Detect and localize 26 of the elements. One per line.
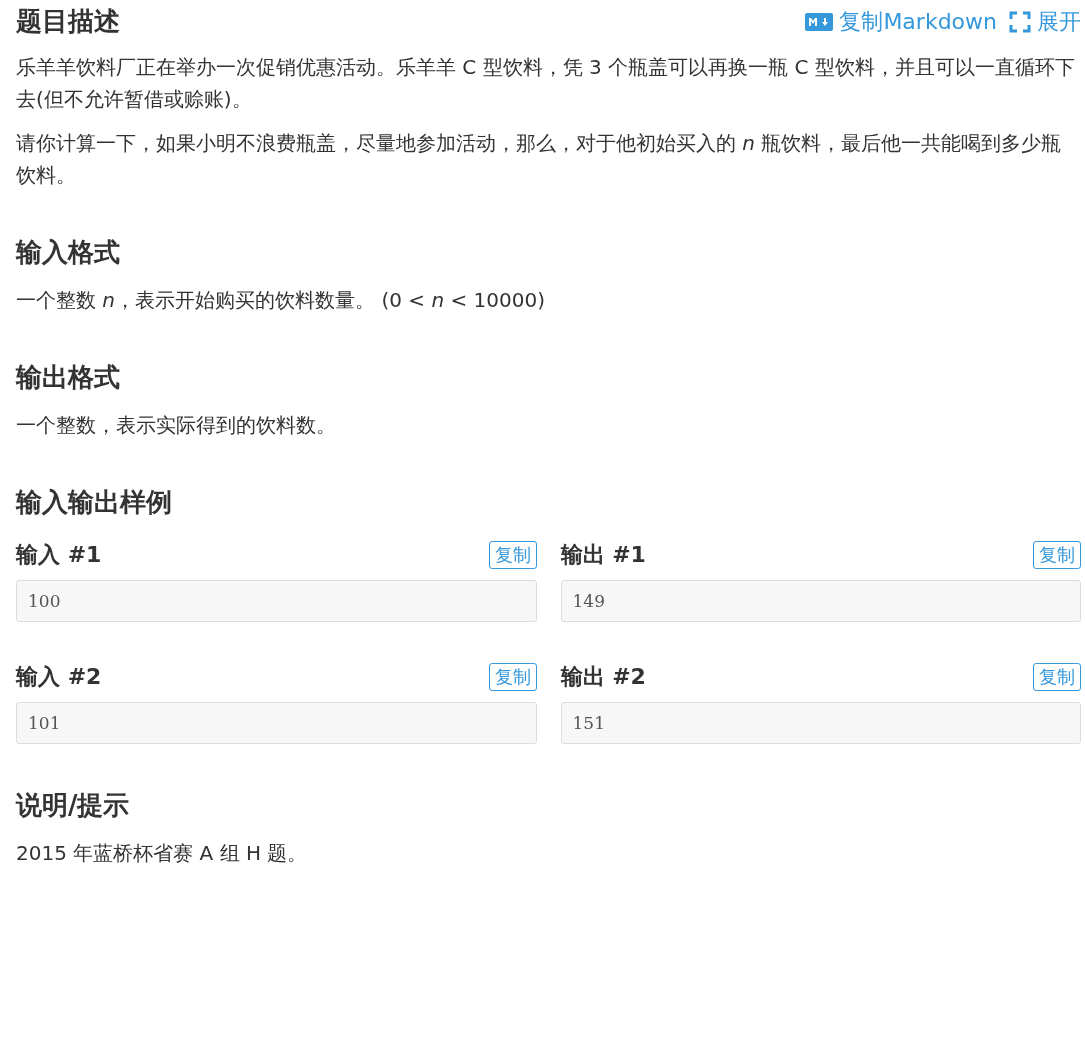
section-title: 题目描述 — [16, 5, 120, 38]
sample-value: 101 — [16, 702, 537, 744]
copy-button[interactable]: 复制 — [488, 541, 537, 569]
sample-value: 149 — [560, 580, 1081, 622]
sample-value: 151 — [560, 702, 1081, 744]
expand-icon — [1009, 10, 1031, 33]
hint-text: 2015 年蓝桥杯省赛 A 组 H 题。 — [16, 840, 309, 867]
description-paragraph: 请你计算一下，如果小明不浪费瓶盖，尽量地参加活动，那么，对于他初始买入的 n 瓶饮料，最后他一共能喝到多少瓶饮料。 — [16, 130, 1063, 189]
markdown-icon — [805, 12, 834, 31]
format-text: 一个整数，表示实际得到的饮料数。 — [16, 412, 337, 439]
section-title: 输入格式 — [16, 236, 121, 269]
format-text: 一个整数 n，表示开始购买的饮料数量。 (0 < n < 10000) — [16, 287, 546, 314]
expand-button[interactable]: 展开 — [1009, 6, 1081, 37]
sample-label: 输入 #1 — [16, 541, 102, 569]
copy-button[interactable]: 复制 — [1033, 663, 1081, 691]
sample-label: 输出 #1 — [560, 541, 646, 569]
section-title: 输入输出样例 — [16, 486, 173, 519]
markdown-button[interactable]: 复制Markdown — [805, 6, 997, 37]
sample-label: 输出 #2 — [560, 663, 646, 691]
description-paragraph: 乐羊羊饮料厂正在举办一次促销优惠活动。乐羊羊 C 型饮料，凭 3 个瓶盖可以再换一瓶 C 型饮料，并且可以一直循环下去(但不允许暂借或赊账)。 — [16, 54, 1076, 113]
sample-value: 100 — [16, 580, 537, 622]
copy-button[interactable]: 复制 — [1033, 541, 1081, 569]
section-title: 说明/提示 — [16, 789, 131, 822]
copy-button[interactable]: 复制 — [488, 663, 537, 691]
sample-label: 输入 #2 — [16, 663, 102, 691]
section-title: 输出格式 — [16, 361, 121, 394]
